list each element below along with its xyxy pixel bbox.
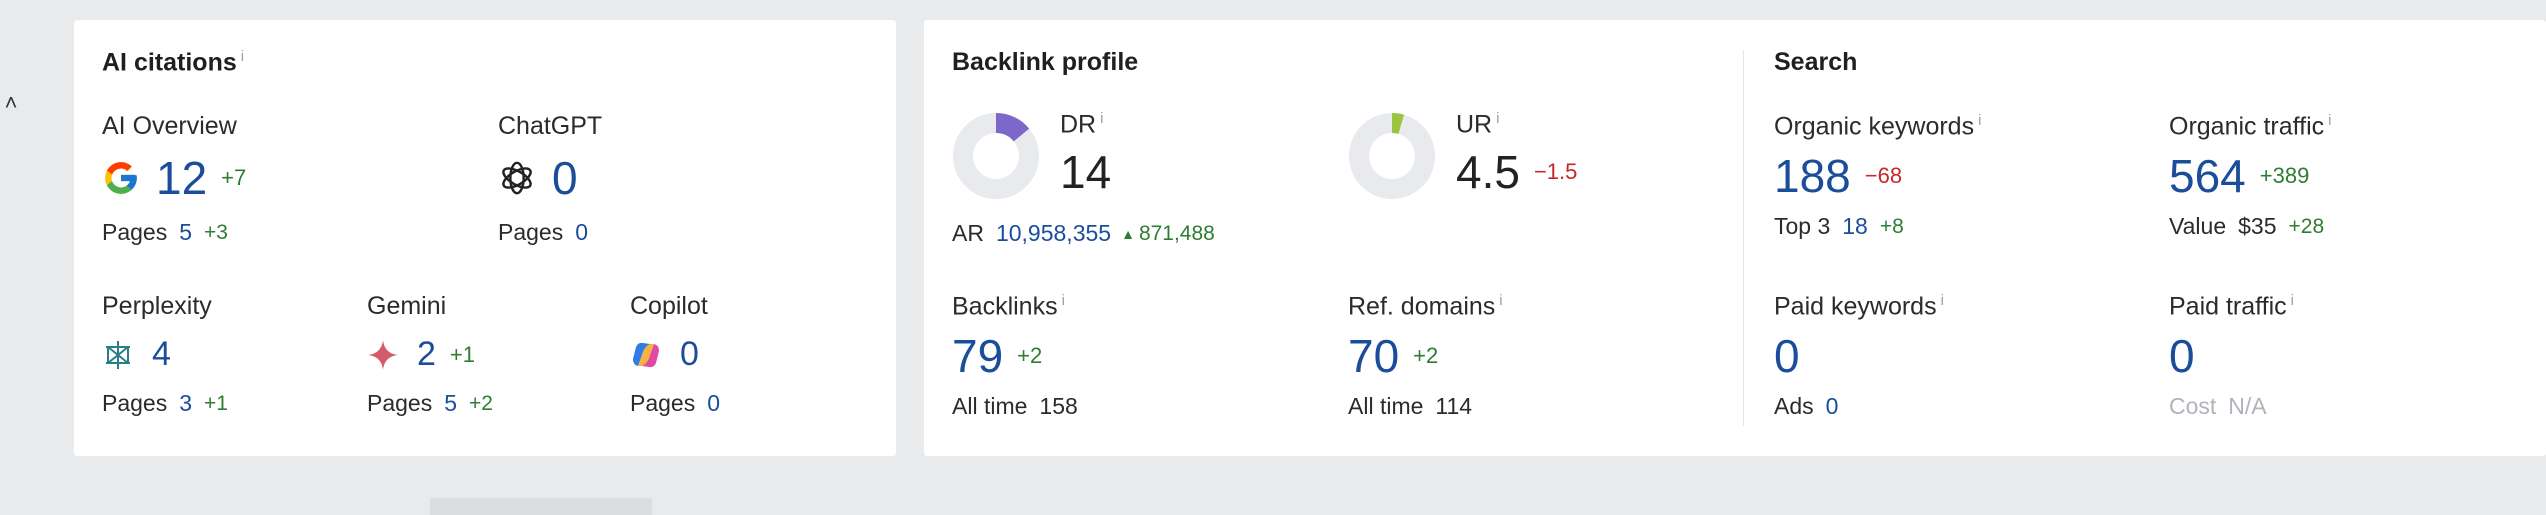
dr-label: DR [1060, 110, 1097, 139]
perplexity-icon [106, 340, 130, 369]
organic-keywords-top3: Top 3 18 +8 [1774, 213, 1904, 240]
ar-delta: 871,488 [1138, 221, 1215, 245]
search-title: Search [1774, 48, 1858, 76]
info-icon[interactable]: i [1941, 292, 1944, 309]
collapse-toggle[interactable]: ˄ [0, 88, 22, 118]
info-icon[interactable]: i [1100, 110, 1103, 127]
info-icon[interactable]: i [1062, 292, 1065, 309]
chatgpt-pages: Pages 0 [498, 219, 589, 245]
ai-citations-title: AI citations i [102, 48, 245, 77]
info-icon[interactable]: i [2291, 292, 2294, 309]
ur-label: UR [1456, 110, 1493, 139]
gemini-metric: Gemini 2 +1 Pages 5 +2 [367, 292, 493, 417]
gemini-pages: Pages 5 +2 [367, 390, 493, 416]
perplexity-metric: Perplexity 4 Pages 3 +1 [102, 292, 228, 417]
paid-keywords-metric: Paid keywords i 0 Ads 0 [1774, 292, 1944, 420]
gemini-value[interactable]: 2 [417, 335, 436, 374]
ur-donut-fill [1391, 113, 1404, 135]
perplexity-value[interactable]: 4 [152, 335, 171, 374]
paid-keywords-ads: Ads 0 [1774, 393, 1839, 420]
ai-citations-card: AI citations i AI Overview 12 +7 Pages 5 … [74, 20, 896, 456]
ref-domains-value[interactable]: 70 [1348, 329, 1399, 383]
ur-metric: UR i 4.5 −1.5 [1456, 110, 1577, 199]
organic-traffic-value-row: Value $35 +28 [2169, 213, 2325, 240]
organic-traffic-metric: Organic traffic i 564 +389 Value $35 +28 [2169, 112, 2332, 240]
paid-keywords-label: Paid keywords [1774, 292, 1937, 321]
ref-domains-metric: Ref. domains i 70 +2 All time 114 [1348, 292, 1503, 420]
organic-traffic-label: Organic traffic [2169, 112, 2325, 141]
backlinks-label: Backlinks [952, 292, 1058, 321]
chatgpt-label: ChatGPT [498, 112, 603, 140]
backlinks-delta: +2 [1017, 343, 1043, 369]
ar-row: AR 10,958,355 ▲ 871,488 [952, 220, 1215, 247]
ur-delta: −1.5 [1533, 159, 1578, 185]
paid-keywords-value[interactable]: 0 [1774, 329, 1800, 383]
info-icon[interactable]: i [1499, 292, 1502, 309]
paid-traffic-label: Paid traffic [2169, 292, 2287, 321]
backlink-search-card: Backlink profile DR i 14 AR 10,958,355 ▲ … [924, 20, 2546, 456]
gemini-delta: +1 [449, 341, 476, 367]
copilot-label: Copilot [630, 292, 708, 320]
organic-traffic-delta: +389 [2259, 163, 2310, 189]
ref-domains-all-time: All time 114 [1348, 393, 1473, 420]
paid-traffic-metric: Paid traffic i 0 Cost N/A [2169, 292, 2294, 420]
dr-donut-fill [995, 113, 1030, 142]
ai-overview-delta: +7 [221, 165, 247, 190]
dr-donut-chart [953, 113, 1039, 199]
dr-metric: DR i 14 [1060, 110, 1111, 199]
ur-value[interactable]: 4.5 [1456, 145, 1520, 199]
paid-traffic-value[interactable]: 0 [2169, 329, 2195, 383]
ref-domains-label: Ref. domains [1348, 292, 1496, 321]
organic-keywords-delta: −68 [1864, 163, 1903, 189]
info-icon[interactable]: i [2328, 112, 2331, 129]
copilot-value[interactable]: 0 [680, 335, 699, 374]
chevron-up-icon: ˄ [4, 90, 18, 115]
gemini-icon [368, 339, 398, 370]
backlinks-metric: Backlinks i 79 +2 All time 158 [952, 292, 1078, 420]
organic-keywords-metric: Organic keywords i 188 −68 Top 3 18 +8 [1774, 112, 1981, 240]
perplexity-pages: Pages 3 +1 [102, 390, 228, 416]
organic-keywords-value[interactable]: 188 [1774, 149, 1851, 203]
copilot-pages: Pages 0 [630, 390, 721, 416]
ai-overview-pages: Pages 5 +3 [102, 219, 228, 245]
copilot-icon [633, 342, 659, 367]
chatgpt-value[interactable]: 0 [552, 151, 578, 205]
backlinks-all-time: All time 158 [952, 393, 1078, 420]
backlinks-value[interactable]: 79 [952, 329, 1003, 383]
google-icon [105, 162, 137, 194]
ai-overview-label: AI Overview [102, 112, 237, 140]
triangle-up-icon: ▲ [1121, 225, 1135, 242]
dr-value[interactable]: 14 [1060, 145, 1111, 199]
info-icon[interactable]: i [241, 48, 244, 65]
paid-traffic-cost: Cost N/A [2169, 393, 2267, 420]
ar-value[interactable]: 10,958,355 [996, 220, 1111, 247]
ur-donut-track [1349, 113, 1435, 199]
section-divider [1743, 50, 1744, 426]
openai-icon [502, 161, 532, 195]
backlink-profile-title: Backlink profile [952, 48, 1139, 76]
info-icon[interactable]: i [1496, 110, 1499, 127]
ai-overview-value[interactable]: 12 [156, 151, 207, 205]
organic-keywords-label: Organic keywords [1774, 112, 1975, 141]
copilot-metric: Copilot 0 Pages 0 [630, 292, 720, 417]
perplexity-label: Perplexity [102, 292, 212, 320]
horizontal-scrollbar[interactable] [430, 498, 652, 515]
ur-donut-chart [1349, 113, 1435, 199]
ai-overview-metric: AI Overview 12 +7 Pages 5 +3 [102, 112, 246, 246]
gemini-label: Gemini [367, 292, 447, 320]
chatgpt-metric: ChatGPT 0 Pages 0 [498, 112, 602, 246]
ref-domains-delta: +2 [1413, 343, 1439, 369]
info-icon[interactable]: i [1978, 112, 1981, 129]
organic-traffic-value[interactable]: 564 [2169, 149, 2246, 203]
